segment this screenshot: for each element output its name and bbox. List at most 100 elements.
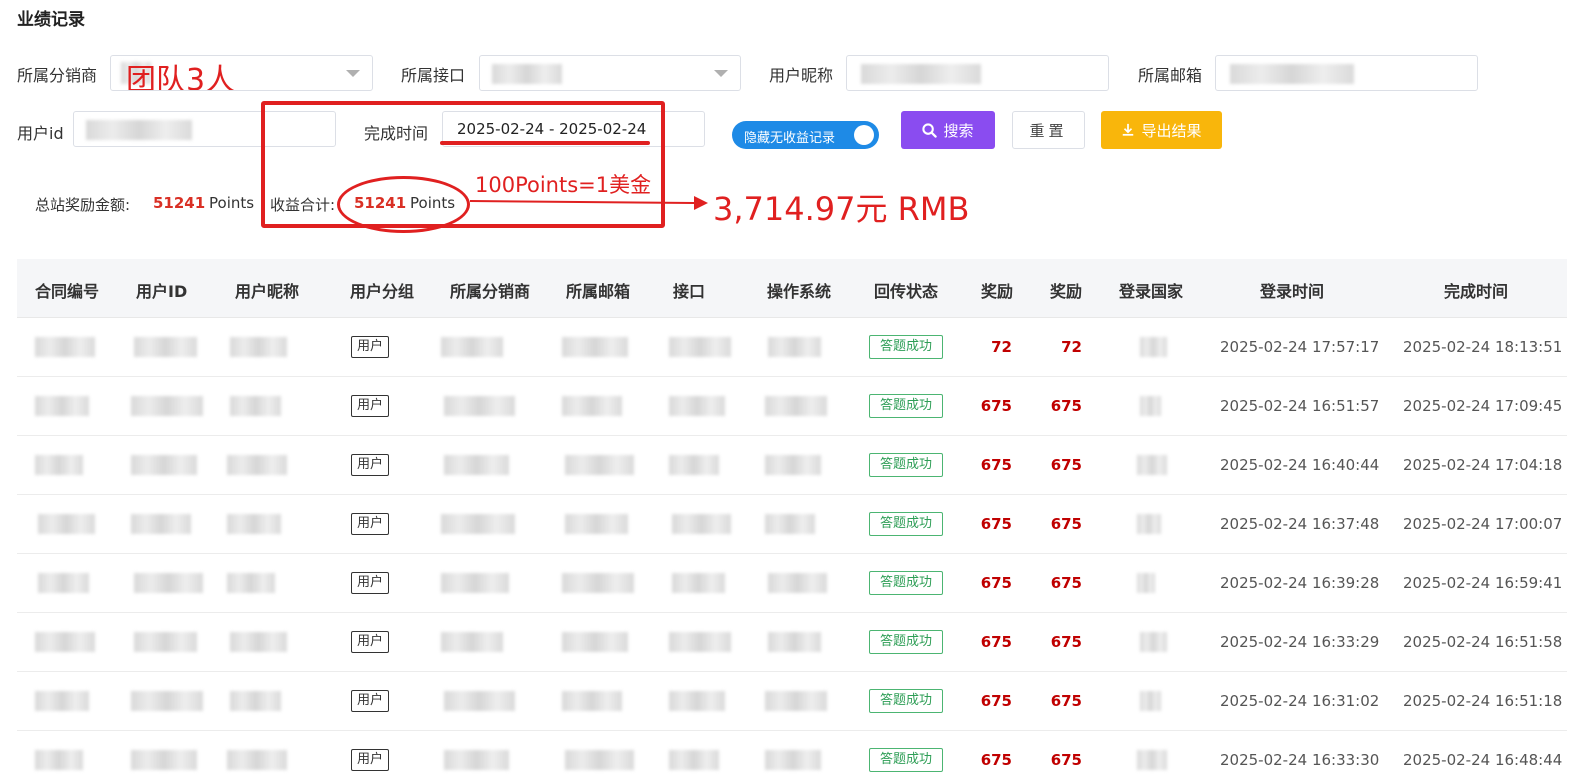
reward-2-value: 675 (1050, 633, 1082, 651)
distributor-label: 所属分销商 (17, 66, 98, 85)
redacted-cell (131, 514, 191, 534)
nickname-input[interactable] (846, 55, 1109, 91)
reward-1-value: 72 (991, 338, 1012, 356)
col-contract-no: 合同编号 (35, 282, 100, 301)
reward-1-value: 675 (980, 515, 1012, 533)
reward-2-value: 675 (1050, 397, 1082, 415)
redacted-cell (1137, 514, 1161, 534)
reset-button[interactable]: 重置 (1012, 111, 1085, 149)
reward-1-value: 675 (980, 456, 1012, 474)
redacted-cell (131, 691, 203, 711)
arrow-annotation (470, 196, 708, 210)
redacted-cell (35, 337, 95, 357)
reward-1-value: 675 (980, 692, 1012, 710)
finish-time-value: 2025-02-24 16:48:44 (1403, 751, 1563, 769)
col-login-time: 登录时间 (1260, 282, 1325, 301)
redacted-cell (35, 691, 89, 711)
nickname-label: 用户昵称 (769, 66, 834, 85)
search-button[interactable]: 搜索 (901, 111, 995, 149)
redacted-cell (669, 750, 719, 770)
reward-1-value: 675 (980, 397, 1012, 415)
redacted-cell (765, 691, 827, 711)
status-badge: 答题成功 (869, 512, 943, 536)
table-row: 用户 答题成功 675 675 2025-02-24 16:31:02 2025-02-2… (17, 672, 1567, 731)
redacted-cell (35, 396, 89, 416)
finish-time-value: 2025-02-24 16:51:58 (1403, 633, 1563, 651)
page-title: 业绩记录 (17, 10, 85, 30)
table-row: 用户 答题成功 675 675 2025-02-24 16:51:57 2025-02-2… (17, 377, 1567, 436)
redacted-cell (562, 691, 622, 711)
redacted-cell (444, 396, 515, 416)
redacted-cell (562, 337, 628, 357)
col-email: 所属邮箱 (566, 282, 631, 301)
toggle-label: 隐藏无收益记录 (744, 131, 836, 146)
download-icon (1123, 123, 1134, 136)
finish-time-value: 2025-02-24 17:04:18 (1403, 456, 1563, 474)
table-row: 用户 答题成功 72 72 2025-02-24 17:57:17 2025-02-24 … (17, 318, 1567, 377)
reward-2-value: 675 (1050, 751, 1082, 769)
redacted-cell (441, 514, 515, 534)
table-row: 用户 答题成功 675 675 2025-02-24 16:37:48 2025-02-2… (17, 495, 1567, 554)
redacted-cell (444, 750, 509, 770)
redacted-cell (1137, 750, 1167, 770)
team-size-annotation: 团队3人 (126, 63, 236, 91)
redacted-cell (765, 750, 821, 770)
user-group-tag: 用户 (351, 749, 390, 771)
login-time-value: 2025-02-24 16:31:02 (1220, 692, 1380, 710)
redacted-cell (1137, 455, 1167, 475)
reward-2-value: 675 (1050, 692, 1082, 710)
redacted-cell (765, 514, 815, 534)
redacted-cell (441, 632, 503, 652)
redacted-cell (669, 396, 725, 416)
chevron-down-icon (346, 70, 360, 77)
rmb-total-annotation: 3,714.97元 RMB (713, 190, 970, 228)
redacted-cell (134, 573, 203, 593)
redacted-cell (227, 573, 275, 593)
interface-select[interactable] (479, 55, 741, 91)
user-group-tag: 用户 (351, 513, 390, 535)
redacted-cell (565, 750, 634, 770)
search-icon (922, 122, 938, 138)
redacted-cell (131, 396, 203, 416)
col-interface: 接口 (673, 282, 706, 301)
highlight-ellipse-annotation (337, 176, 470, 233)
redacted-cell (444, 455, 509, 475)
email-input[interactable] (1215, 55, 1478, 91)
reward-2-value: 72 (1061, 338, 1082, 356)
distributor-select[interactable]: 团队3人 (110, 55, 373, 91)
redacted-cell (765, 455, 821, 475)
reward-2-value: 675 (1050, 456, 1082, 474)
email-label: 所属邮箱 (1138, 66, 1203, 85)
redacted-cell (765, 396, 827, 416)
redacted-cell (562, 573, 634, 593)
total-reward-value: 51241 (153, 194, 206, 212)
reset-button-label: 重置 (1029, 121, 1068, 140)
login-time-value: 2025-02-24 16:33:29 (1220, 633, 1380, 651)
redacted-cell (38, 573, 89, 593)
total-reward-label: 总站奖励金额: (35, 196, 131, 214)
col-reward-2: 奖励 (1050, 282, 1083, 301)
redacted-cell (230, 337, 287, 357)
redacted-cell (131, 750, 197, 770)
user-group-tag: 用户 (351, 454, 390, 476)
col-callback-status: 回传状态 (874, 282, 939, 301)
redacted-cell (1137, 573, 1155, 593)
redacted-cell (768, 632, 821, 652)
finish-time-value: 2025-02-24 16:51:18 (1403, 692, 1563, 710)
redacted-cell (669, 691, 725, 711)
finish-time-value: 2025-02-24 18:13:51 (1403, 338, 1563, 356)
hide-no-income-toggle[interactable]: 隐藏无收益记录 (732, 121, 879, 149)
redacted-cell (1140, 691, 1161, 711)
status-badge: 答题成功 (869, 748, 943, 772)
user-group-tag: 用户 (351, 336, 390, 358)
redacted-cell (669, 632, 731, 652)
redacted-cell (565, 514, 628, 534)
status-badge: 答题成功 (869, 335, 943, 359)
export-button-label: 导出结果 (1141, 121, 1202, 140)
col-os: 操作系统 (767, 282, 832, 301)
redacted-cell (35, 632, 95, 652)
redacted-cell (134, 632, 197, 652)
export-button[interactable]: 导出结果 (1101, 111, 1222, 149)
status-badge: 答题成功 (869, 689, 943, 713)
table-row: 用户 答题成功 675 675 2025-02-24 16:33:30 2025-02-2… (17, 731, 1567, 782)
